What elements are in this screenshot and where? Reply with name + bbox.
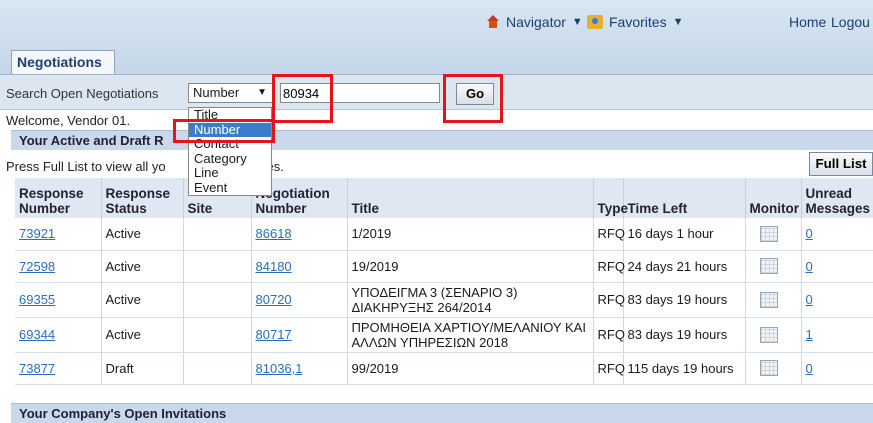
dropdown-option-contact[interactable]: Contact: [189, 136, 271, 152]
time-left-cell: 16 days 1 hour: [623, 218, 746, 251]
col-response-status[interactable]: Response Status: [101, 178, 184, 218]
tab-negotiations[interactable]: Negotiations: [11, 50, 115, 74]
dropdown-option-line[interactable]: Line: [189, 165, 271, 181]
chevron-down-icon: ▼: [571, 16, 583, 28]
type-cell: RFQ: [593, 218, 625, 251]
type-cell: RFQ: [593, 282, 625, 318]
favorites-menu[interactable]: Favorites ▼: [587, 14, 683, 30]
time-left-cell: 83 days 19 hours: [623, 317, 746, 353]
title-cell: 1/2019: [347, 218, 594, 251]
table-row: 72598 Active 84180 19/2019 RFQ 24 days 2…: [15, 250, 873, 283]
unread-link[interactable]: 0: [806, 361, 813, 376]
col-monitor: Monitor: [745, 178, 802, 218]
table-row: 73921 Active 86618 1/2019 RFQ 16 days 1 …: [15, 218, 873, 251]
time-left-cell: 83 days 19 hours: [623, 282, 746, 318]
response-number-link[interactable]: 69344: [19, 327, 55, 342]
site-cell: [183, 317, 252, 353]
open-invitations-header: Your Company's Open Invitations: [11, 403, 873, 423]
table-row: 73877 Draft 81036,1 99/2019 RFQ 115 days…: [15, 352, 873, 385]
dropdown-arrow-icon: ▼: [257, 87, 267, 98]
unread-link[interactable]: 0: [806, 292, 813, 307]
dropdown-option-event[interactable]: Event: [189, 180, 271, 196]
monitor-icon[interactable]: [759, 226, 778, 243]
monitor-icon[interactable]: [759, 291, 778, 308]
negotiation-number-link[interactable]: 84180: [256, 259, 292, 274]
monitor-icon[interactable]: [759, 360, 778, 377]
negotiation-number-link[interactable]: 80717: [256, 327, 292, 342]
title-cell: 19/2019: [347, 250, 594, 283]
navigator-menu[interactable]: Navigator ▼: [486, 14, 583, 30]
home-icon: [486, 15, 500, 29]
negotiation-number-link[interactable]: 80720: [256, 292, 292, 307]
press-text-start: Press Full List to view all yo: [6, 159, 166, 174]
dropdown-option-category[interactable]: Category: [189, 151, 271, 167]
col-response-number[interactable]: Response Number: [15, 178, 102, 218]
favorites-label: Favorites: [609, 14, 667, 30]
search-field-dropdown: Title Number Contact Category Line Event: [188, 107, 272, 196]
top-banner: Navigator ▼ Favorites ▼ Home Logou Negot…: [0, 0, 873, 74]
search-input[interactable]: [280, 83, 440, 103]
type-cell: RFQ: [593, 352, 625, 385]
monitor-icon[interactable]: [759, 326, 778, 343]
welcome-text: Welcome, Vendor 01.: [6, 113, 131, 128]
go-button[interactable]: Go: [456, 83, 494, 105]
table-row: 69344 Active 80717 ΠΡΟΜΗΘΕΙΑ ΧΑΡΤΙΟΥ/ΜΕΛ…: [15, 317, 873, 353]
logout-link[interactable]: Logou: [831, 14, 870, 30]
search-field-select[interactable]: Number ▼: [188, 83, 274, 103]
responses-table: Response Number Response Status Site Neg…: [15, 178, 873, 385]
time-left-cell: 115 days 19 hours: [623, 352, 746, 385]
favorites-icon: [587, 15, 603, 29]
full-list-button[interactable]: Full List: [809, 152, 873, 176]
search-bar: Search Open Negotiations Number ▼ Go: [0, 74, 873, 110]
col-time-left[interactable]: Time Left: [623, 178, 746, 218]
unread-link[interactable]: 0: [806, 226, 813, 241]
site-cell: [183, 282, 252, 318]
site-cell: [183, 250, 252, 283]
chevron-down-icon: ▼: [672, 16, 684, 28]
negotiation-number-link[interactable]: 81036,1: [256, 361, 303, 376]
site-cell: [183, 218, 252, 251]
col-unread[interactable]: Unread Messages: [801, 178, 873, 218]
site-cell: [183, 352, 252, 385]
response-status: Draft: [101, 352, 184, 385]
unread-link[interactable]: 1: [806, 327, 813, 342]
response-status: Active: [101, 250, 184, 283]
title-cell: 99/2019: [347, 352, 594, 385]
home-link[interactable]: Home: [789, 14, 826, 30]
col-title[interactable]: Title: [347, 178, 594, 218]
unread-link[interactable]: 0: [806, 259, 813, 274]
dropdown-option-title[interactable]: Title: [189, 107, 271, 123]
response-number-link[interactable]: 72598: [19, 259, 55, 274]
type-cell: RFQ: [593, 250, 625, 283]
response-status: Active: [101, 317, 184, 353]
monitor-icon[interactable]: [759, 258, 778, 275]
table-row: 69355 Active 80720 ΥΠΟΔΕΙΓΜΑ 3 (ΣΕΝΑΡΙΟ …: [15, 282, 873, 318]
time-left-cell: 24 days 21 hours: [623, 250, 746, 283]
selected-option: Number: [193, 85, 240, 100]
dropdown-option-number[interactable]: Number: [189, 122, 271, 137]
col-type[interactable]: Type: [593, 178, 628, 218]
response-number-link[interactable]: 69355: [19, 292, 55, 307]
response-status: Active: [101, 218, 184, 251]
response-number-link[interactable]: 73921: [19, 226, 55, 241]
title-cell: ΠΡΟΜΗΘΕΙΑ ΧΑΡΤΙΟΥ/ΜΕΛΑΝΙΟΥ ΚΑΙ ΑΛΛΩΝ ΥΠΗ…: [347, 317, 594, 353]
response-status: Active: [101, 282, 184, 318]
negotiation-number-link[interactable]: 86618: [256, 226, 292, 241]
title-cell: ΥΠΟΔΕΙΓΜΑ 3 (ΣΕΝΑΡΙΟ 3) ΔΙΑΚΗΡΥΞΗΣ 264/2…: [347, 282, 594, 318]
active-drafts-header: Your Active and Draft R: [11, 130, 873, 150]
search-label: Search Open Negotiations: [6, 86, 159, 101]
type-cell: RFQ: [593, 317, 625, 353]
response-number-link[interactable]: 73877: [19, 361, 55, 376]
navigator-label: Navigator: [506, 14, 566, 30]
